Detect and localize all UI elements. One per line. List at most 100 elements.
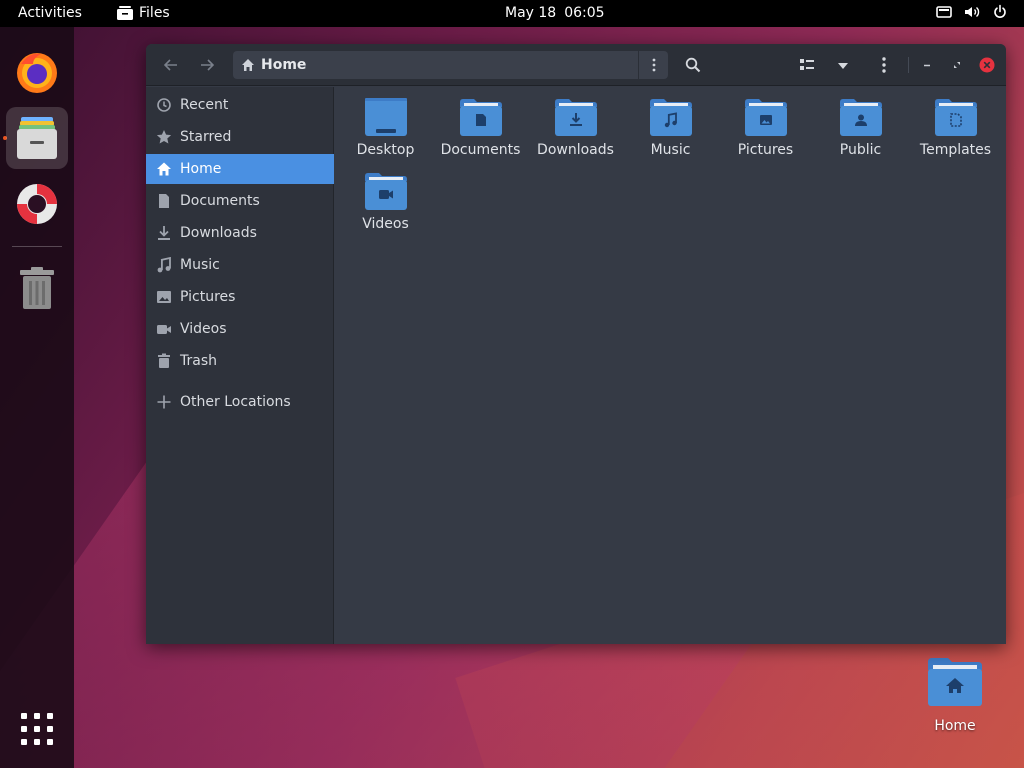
sidebar-item-downloads[interactable]: Downloads [146,218,334,248]
list-view-icon [800,59,814,70]
desktop-icon-label: Home [934,718,976,734]
minimize-button[interactable] [915,53,939,77]
files-view[interactable]: Desktop Documents Downloads Music Pictur… [335,87,1006,644]
app-name: Files [139,5,170,21]
folder-label: Pictures [737,142,794,158]
header-separator [908,57,909,73]
folder-item-documents[interactable]: Documents [433,87,528,161]
download-icon [158,226,170,240]
apps-grid-icon [21,713,53,749]
files-icon [17,117,57,163]
path-crumb-label: Home [261,57,307,73]
sidebar-item-recent[interactable]: Recent [146,90,334,120]
sidebar-item-label: Other Locations [180,394,291,410]
folder-item-downloads[interactable]: Downloads [528,87,623,161]
places-sidebar: Recent Starred Home Documents Downloads … [146,87,334,644]
arrow-left-icon [163,59,177,71]
kebab-menu-icon [882,57,886,73]
sidebar-item-label: Trash [180,353,217,369]
dock [0,27,74,768]
dock-separator [12,246,62,247]
search-button[interactable] [681,53,705,77]
sidebar-item-label: Pictures [180,289,236,305]
clock-date: May 18 [505,5,557,21]
downloads-folder-icon [555,99,597,136]
music-icon [157,257,171,273]
volume-icon[interactable] [964,4,980,20]
path-crumb-home[interactable]: Home [233,57,306,73]
path-menu-button[interactable] [638,51,668,79]
help-lifebuoy-icon [15,182,59,230]
clock-icon [157,98,171,112]
clock-button[interactable]: May 18 06:05 [505,5,605,21]
folder-item-public[interactable]: Public [813,87,908,161]
sidebar-item-videos[interactable]: Videos [146,314,334,344]
chevron-down-icon [838,63,848,69]
screen-icon[interactable] [936,4,952,20]
folder-label: Videos [362,216,409,232]
sidebar-item-music[interactable]: Music [146,250,334,280]
trash-icon [20,267,54,313]
desktop-folder-icon [365,98,407,136]
view-options-button[interactable] [831,53,855,77]
sidebar-item-label: Documents [180,193,260,209]
forward-button[interactable] [195,53,219,77]
dock-files[interactable] [6,107,68,169]
star-icon [156,130,172,144]
folder-item-desktop[interactable]: Desktop [338,87,433,161]
show-apps-button[interactable] [6,698,68,760]
maximize-button[interactable] [945,53,969,77]
main-menu-button[interactable] [872,53,896,77]
folder-label: Public [839,142,882,158]
sidebar-item-pictures[interactable]: Pictures [146,282,334,312]
search-icon [685,57,701,73]
document-icon [159,194,169,208]
folder-label: Desktop [356,142,415,158]
sidebar-item-trash[interactable]: Trash [146,346,334,376]
sidebar-item-label: Videos [180,321,227,337]
folder-item-templates[interactable]: Templates [908,87,1003,161]
sidebar-item-starred[interactable]: Starred [146,122,334,152]
header-bar: Home [146,44,1006,86]
activities-button[interactable]: Activities [18,5,82,21]
dock-help[interactable] [6,173,68,235]
close-button[interactable] [975,53,999,77]
folder-label: Documents [440,142,521,158]
sidebar-item-label: Music [180,257,220,273]
files-icon [117,6,133,20]
power-icon[interactable] [992,4,1008,20]
dock-trash[interactable] [6,257,68,319]
plus-icon [157,395,171,409]
home-icon [242,59,254,71]
sidebar-item-other-locations[interactable]: Other Locations [146,387,334,417]
folder-item-pictures[interactable]: Pictures [718,87,813,161]
documents-folder-icon [460,99,502,136]
firefox-icon [15,50,59,98]
desktop-home-icon[interactable]: Home [918,652,992,742]
home-icon [157,162,171,176]
back-button[interactable] [159,53,183,77]
restore-icon [954,62,960,68]
minimize-icon [924,64,930,67]
arrow-right-icon [201,59,215,71]
templates-folder-icon [935,99,977,136]
view-toggle-button[interactable] [795,53,819,77]
music-folder-icon [650,99,692,136]
app-menu-button[interactable]: Files [117,5,170,21]
folder-item-videos[interactable]: Videos [338,161,433,235]
close-icon [979,57,995,73]
folder-label: Templates [919,142,992,158]
system-tray[interactable] [936,4,1008,20]
sidebar-item-documents[interactable]: Documents [146,186,334,216]
files-window: Home Recent Starred Home Documents Downl… [146,44,1006,644]
dock-firefox[interactable] [6,41,68,103]
video-icon [157,325,171,334]
path-bar[interactable]: Home [233,51,668,79]
sidebar-item-label: Home [180,161,222,177]
clock-time: 06:05 [564,5,605,21]
sidebar-item-home[interactable]: Home [146,154,334,184]
folder-item-music[interactable]: Music [623,87,718,161]
sidebar-item-label: Starred [180,129,232,145]
sidebar-item-label: Recent [180,97,229,113]
home-folder-icon [926,656,984,712]
